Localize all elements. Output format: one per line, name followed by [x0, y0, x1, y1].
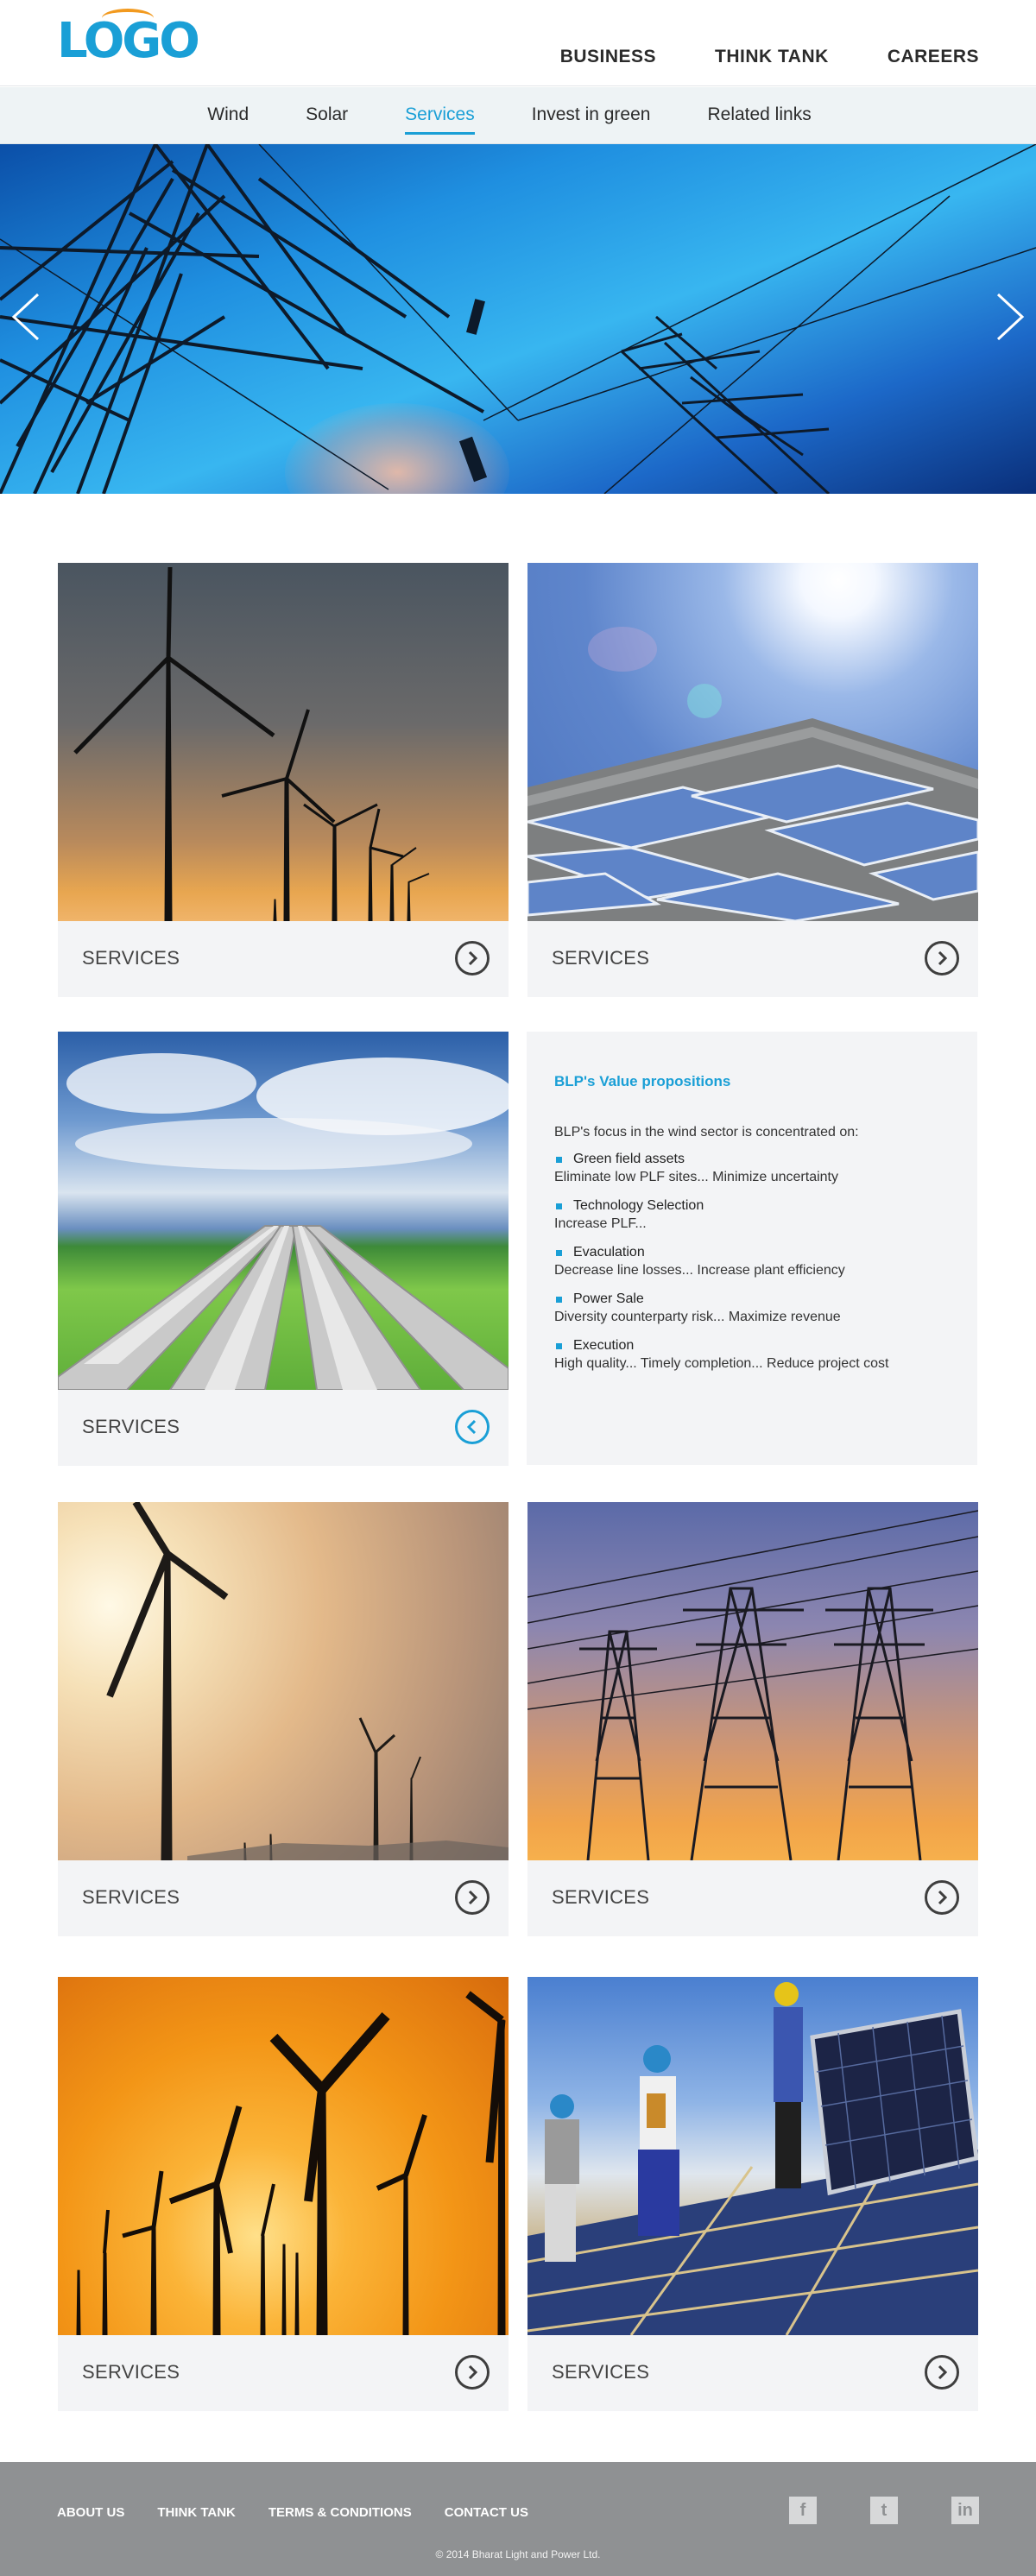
service-card[interactable]: SERVICES: [58, 563, 509, 997]
sub-nav-wind[interactable]: Wind: [207, 104, 249, 135]
service-card-open-button[interactable]: [455, 1880, 490, 1915]
logo[interactable]: LOGO: [57, 16, 200, 67]
sub-nav-related-links[interactable]: Related links: [707, 104, 811, 135]
service-card[interactable]: SERVICES: [58, 1502, 509, 1936]
service-card-label: SERVICES: [82, 947, 180, 969]
sub-nav-solar[interactable]: Solar: [306, 104, 348, 135]
top-nav-think-tank[interactable]: THINK TANK: [715, 47, 829, 67]
value-item-desc: Eliminate low PLF sites... Minimize unce…: [554, 1170, 838, 1184]
copyright-text: © 2014 Bharat Light and Power Ltd.: [435, 2548, 601, 2560]
value-item-desc: Diversity counterparty risk... Maximize …: [554, 1310, 841, 1324]
service-card-label: SERVICES: [82, 1886, 180, 1908]
panel-title: BLP's Value propositions: [554, 1073, 731, 1089]
chevron-right-icon: [468, 951, 478, 965]
hero-banner: [0, 144, 1036, 494]
top-nav-business[interactable]: BUSINESS: [560, 47, 656, 67]
value-propositions-panel: BLP's Value propositions BLP's focus in …: [527, 1032, 977, 1465]
footer-link-terms[interactable]: TERMS & CONDITIONS: [268, 2505, 412, 2520]
chevron-right-icon: [938, 1891, 948, 1904]
value-item-title: Evaculation: [554, 1244, 960, 1261]
solar-installers-photo: [527, 1977, 978, 2335]
service-card-open-button[interactable]: [455, 2355, 490, 2390]
value-item: Execution High quality... Timely complet…: [554, 1337, 960, 1373]
chevron-right-icon: [468, 2365, 478, 2379]
linkedin-icon[interactable]: in: [951, 2497, 979, 2524]
service-card-open-button[interactable]: [925, 941, 959, 975]
service-card-open-button[interactable]: [925, 1880, 959, 1915]
chevron-right-icon: [468, 1891, 478, 1904]
service-card-label: SERVICES: [552, 1886, 650, 1908]
hero-prev-button[interactable]: [9, 291, 43, 343]
service-card-open-button[interactable]: [925, 2355, 959, 2390]
value-item-title: Green field assets: [554, 1151, 960, 1168]
site-header: LOGO BUSINESS THINK TANK CAREERS: [0, 0, 1036, 86]
service-card-close-button[interactable]: [455, 1410, 490, 1444]
facebook-icon[interactable]: f: [789, 2497, 817, 2524]
value-item: Green field assets Eliminate low PLF sit…: [554, 1151, 960, 1187]
service-card[interactable]: SERVICES: [527, 1502, 978, 1936]
value-item-title: Execution: [554, 1337, 960, 1354]
value-list: Green field assets Eliminate low PLF sit…: [554, 1151, 960, 1384]
footer-link-think-tank[interactable]: THINK TANK: [157, 2505, 236, 2520]
hero-next-button[interactable]: [993, 291, 1027, 343]
service-card[interactable]: SERVICES: [58, 1032, 509, 1466]
footer-link-about-us[interactable]: ABOUT US: [57, 2505, 124, 2520]
solar-panels-roof-photo: [527, 563, 978, 921]
wind-farm-orange-photo: [58, 1977, 509, 2335]
wind-turbine-sunset-photo: [58, 1502, 509, 1860]
value-item: Power Sale Diversity counterparty risk..…: [554, 1291, 960, 1327]
chevron-left-icon: [11, 293, 40, 341]
service-card[interactable]: SERVICES: [58, 1977, 509, 2411]
value-item: Evaculation Decrease line losses... Incr…: [554, 1244, 960, 1280]
value-item-desc: Increase PLF...: [554, 1216, 647, 1231]
value-item-desc: Decrease line losses... Increase plant e…: [554, 1263, 845, 1278]
pipelines-field-photo: [58, 1032, 509, 1390]
service-card-label: SERVICES: [82, 1416, 180, 1437]
service-card-open-button[interactable]: [455, 941, 490, 975]
sub-nav-services[interactable]: Services: [405, 104, 475, 135]
service-card[interactable]: SERVICES: [527, 1977, 978, 2411]
value-item-title: Power Sale: [554, 1291, 960, 1308]
service-card[interactable]: SERVICES: [527, 563, 978, 997]
sub-nav: Wind Solar Services Invest in green Rela…: [0, 87, 1036, 144]
service-card-label: SERVICES: [552, 947, 650, 969]
chevron-right-icon: [938, 2365, 948, 2379]
social-links: f t in: [789, 2497, 979, 2524]
twitter-icon[interactable]: t: [870, 2497, 898, 2524]
service-card-label: SERVICES: [552, 2361, 650, 2383]
sub-nav-invest-in-green[interactable]: Invest in green: [532, 104, 651, 135]
wind-turbines-dusk-photo: [58, 563, 509, 921]
top-nav: BUSINESS THINK TANK CAREERS: [560, 47, 979, 67]
value-item-title: Technology Selection: [554, 1197, 960, 1215]
value-item: Technology Selection Increase PLF...: [554, 1197, 960, 1234]
service-card-label: SERVICES: [82, 2361, 180, 2383]
site-footer: ABOUT US THINK TANK TERMS & CONDITIONS C…: [0, 2462, 1036, 2576]
chevron-left-icon: [466, 1420, 477, 1434]
footer-nav: ABOUT US THINK TANK TERMS & CONDITIONS C…: [57, 2505, 528, 2520]
power-towers-sunset-photo: [527, 1502, 978, 1860]
value-item-desc: High quality... Timely completion... Red…: [554, 1356, 889, 1371]
top-nav-careers[interactable]: CAREERS: [888, 47, 979, 67]
footer-link-contact-us[interactable]: CONTACT US: [445, 2505, 528, 2520]
power-tower-illustration: [0, 144, 1036, 494]
chevron-right-icon: [996, 293, 1025, 341]
panel-intro: BLP's focus in the wind sector is concen…: [554, 1125, 859, 1140]
chevron-right-icon: [938, 951, 948, 965]
